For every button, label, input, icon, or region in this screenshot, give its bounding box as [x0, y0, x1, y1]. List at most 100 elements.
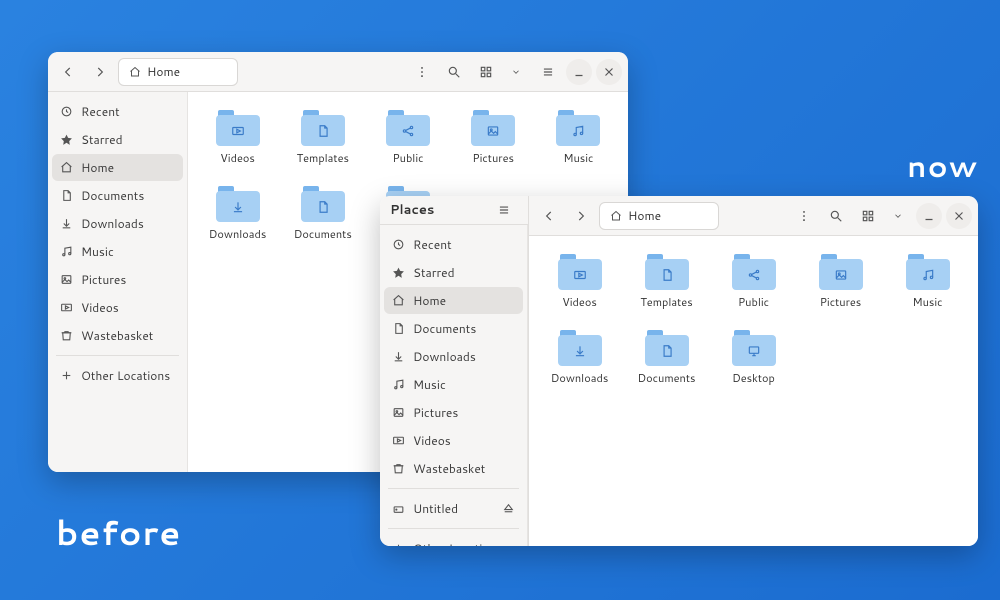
sidebar-label: Recent	[413, 236, 452, 253]
sidebar-item-documents[interactable]: Documents	[52, 182, 183, 209]
sidebar-item-wastebasket[interactable]: Wastebasket	[52, 322, 183, 349]
folder-label: Documents	[638, 370, 696, 386]
folder-grid: Videos Templates Public Pictures Music D…	[539, 250, 968, 390]
music-icon	[921, 268, 935, 282]
folder-downloads[interactable]: Downloads	[539, 326, 620, 390]
folder-label: Templates	[640, 294, 692, 310]
close-button[interactable]	[596, 59, 622, 85]
home-icon	[129, 66, 141, 78]
annotation-now: now	[907, 144, 978, 187]
sidebar-item-home[interactable]: Home	[384, 287, 523, 314]
sidebar-item-pictures[interactable]: Pictures	[384, 399, 523, 426]
sidebar-item-other-locations[interactable]: Other Locations	[52, 362, 183, 389]
folder-label: Public	[392, 150, 423, 166]
sidebar-label: Home	[81, 159, 114, 176]
sidebar-item-home[interactable]: Home	[52, 154, 183, 181]
picture-icon	[834, 268, 848, 282]
sidebar-item-downloads[interactable]: Downloads	[384, 343, 523, 370]
folder-videos[interactable]: Videos	[539, 250, 620, 314]
music-icon	[571, 124, 585, 138]
menu-dots-button[interactable]	[790, 202, 818, 230]
minimize-button[interactable]	[916, 203, 942, 229]
path-label: Home	[628, 207, 661, 224]
folder-documents[interactable]: Documents	[626, 326, 707, 390]
file-manager-now: Places Recent Starred Home Documents Dow…	[380, 196, 978, 546]
sidebar-item-starred[interactable]: Starred	[384, 259, 523, 286]
folder-public[interactable]: Public	[713, 250, 794, 314]
folder-pictures[interactable]: Pictures	[454, 106, 533, 170]
sidebar-item-music[interactable]: Music	[384, 371, 523, 398]
video-icon	[231, 124, 245, 138]
sidebar-item-starred[interactable]: Starred	[52, 126, 183, 153]
sidebar: Recent Starred Home Documents Downloads …	[48, 92, 188, 472]
folder-templates[interactable]: Templates	[626, 250, 707, 314]
path-bar[interactable]: Home	[599, 202, 719, 230]
sidebar-label: Videos	[81, 299, 119, 316]
folder-label: Templates	[297, 150, 349, 166]
path-label: Home	[147, 63, 180, 80]
sidebar-item-other-locations[interactable]: Other Locations	[384, 535, 523, 546]
folder-label: Videos	[562, 294, 597, 310]
share-icon	[401, 124, 415, 138]
folder-templates[interactable]: Templates	[283, 106, 362, 170]
home-icon	[610, 210, 622, 222]
folder-label: Pictures	[472, 150, 514, 166]
sidebar-item-documents[interactable]: Documents	[384, 315, 523, 342]
view-dropdown[interactable]	[502, 58, 530, 86]
back-button[interactable]	[54, 58, 82, 86]
folder-videos[interactable]: Videos	[198, 106, 277, 170]
folder-public[interactable]: Public	[368, 106, 447, 170]
sidebar-item-pictures[interactable]: Pictures	[52, 266, 183, 293]
path-bar[interactable]: Home	[118, 58, 238, 86]
back-button[interactable]	[535, 202, 563, 230]
icon-view-button[interactable]	[854, 202, 882, 230]
sidebar-item-recent[interactable]: Recent	[52, 98, 183, 125]
sidebar-label: Home	[413, 292, 446, 309]
sidebar-label: Recent	[81, 103, 120, 120]
hamburger-menu-button[interactable]	[534, 58, 562, 86]
doc-icon	[660, 344, 674, 358]
sidebar-item-music[interactable]: Music	[52, 238, 183, 265]
folder-label: Desktop	[732, 370, 775, 386]
folder-music[interactable]: Music	[539, 106, 618, 170]
view-dropdown[interactable]	[884, 202, 912, 230]
sidebar-item-downloads[interactable]: Downloads	[52, 210, 183, 237]
search-button[interactable]	[822, 202, 850, 230]
folder-label: Public	[738, 294, 769, 310]
menu-dots-button[interactable]	[408, 58, 436, 86]
folder-desktop[interactable]: Desktop	[713, 326, 794, 390]
sidebar-item-videos[interactable]: Videos	[52, 294, 183, 321]
sidebar-item-videos[interactable]: Videos	[384, 427, 523, 454]
sidebar-title: Places	[390, 201, 434, 219]
folder-pictures[interactable]: Pictures	[800, 250, 881, 314]
sidebar-item-recent[interactable]: Recent	[384, 231, 523, 258]
close-button[interactable]	[946, 203, 972, 229]
sidebar-divider	[56, 355, 179, 356]
sidebar-item-wastebasket[interactable]: Wastebasket	[384, 455, 523, 482]
download-icon	[573, 344, 587, 358]
header-bar: Home	[48, 52, 628, 92]
folder-music[interactable]: Music	[887, 250, 968, 314]
folder-label: Downloads	[551, 370, 609, 386]
icon-view-button[interactable]	[472, 58, 500, 86]
search-button[interactable]	[440, 58, 468, 86]
sidebar-label: Videos	[413, 432, 451, 449]
sidebar-header: Places	[380, 196, 528, 225]
sidebar-menu-button[interactable]	[490, 196, 518, 224]
sidebar-label: Wastebasket	[413, 460, 485, 477]
sidebar-label: Documents	[81, 187, 144, 204]
folder-downloads[interactable]: Downloads	[198, 182, 277, 246]
sidebar-item-untitled[interactable]: Untitled	[384, 495, 523, 522]
forward-button[interactable]	[567, 202, 595, 230]
sidebar-label: Downloads	[81, 215, 144, 232]
folder-label: Videos	[220, 150, 255, 166]
eject-icon[interactable]	[502, 502, 515, 515]
forward-button[interactable]	[86, 58, 114, 86]
sidebar-label: Music	[413, 376, 446, 393]
sidebar-label: Documents	[413, 320, 476, 337]
folder-documents[interactable]: Documents	[283, 182, 362, 246]
sidebar-divider	[388, 528, 519, 529]
sidebar-label: Pictures	[81, 271, 126, 288]
share-icon	[747, 268, 761, 282]
minimize-button[interactable]	[566, 59, 592, 85]
